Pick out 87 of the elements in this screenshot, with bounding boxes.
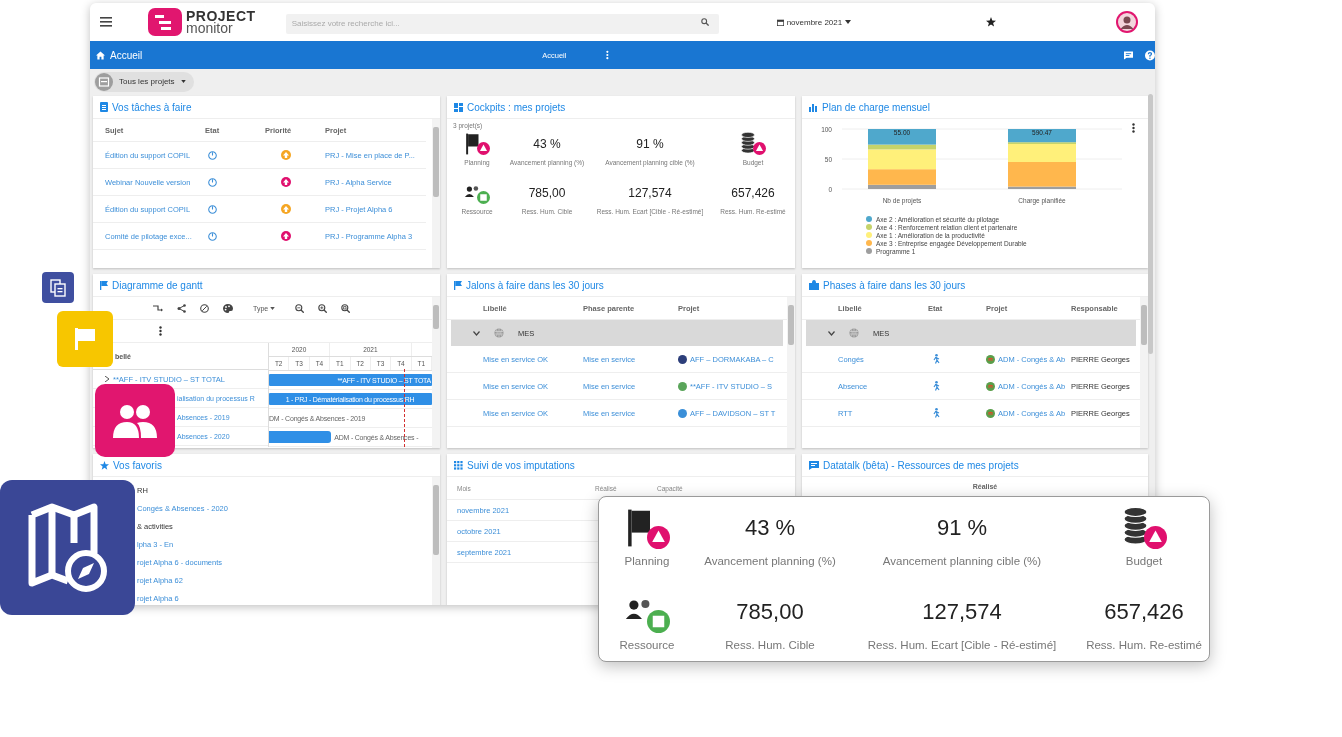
grid-icon bbox=[454, 460, 463, 470]
scrollbar[interactable] bbox=[787, 297, 795, 448]
chat-icon[interactable] bbox=[1124, 50, 1134, 60]
scrollbar[interactable] bbox=[432, 477, 440, 605]
clipboard-icon bbox=[100, 102, 108, 112]
caret-icon[interactable] bbox=[473, 330, 480, 336]
walking-person-icon bbox=[932, 354, 941, 364]
globe-icon bbox=[849, 328, 859, 338]
project-avatar-icon bbox=[986, 408, 995, 418]
metric-value: 127,574 bbox=[922, 599, 1002, 625]
scrollbar[interactable] bbox=[432, 119, 440, 268]
compass-icon[interactable] bbox=[200, 303, 209, 313]
chat-icon bbox=[809, 460, 819, 470]
metric-value: 43 % bbox=[744, 515, 796, 541]
metric-value: 657,426 bbox=[731, 186, 775, 200]
project-filter[interactable]: Tous les projets bbox=[94, 71, 194, 92]
metric-value: 91 % bbox=[936, 515, 988, 541]
metric-label: Budget bbox=[1125, 555, 1163, 569]
metric-value: 91 % bbox=[636, 137, 664, 151]
panel-title: Cockpits : mes projets bbox=[467, 101, 566, 113]
menu-icon[interactable] bbox=[100, 17, 112, 27]
flag-icon bbox=[464, 131, 480, 157]
zoom-out-icon[interactable] bbox=[295, 303, 305, 313]
star-icon[interactable] bbox=[986, 17, 997, 27]
logo-text: PROJECT bbox=[186, 10, 256, 22]
more-icon[interactable] bbox=[1132, 123, 1135, 133]
search-field[interactable]: Saisissez votre recherche ici... bbox=[285, 13, 719, 34]
dashboard-icon bbox=[454, 102, 463, 112]
scrollbar[interactable] bbox=[1148, 94, 1153, 354]
clock-icon bbox=[208, 177, 217, 187]
caret-icon[interactable] bbox=[828, 330, 835, 336]
walking-person-icon bbox=[932, 408, 941, 418]
metric-value: 43 % bbox=[533, 137, 561, 151]
metric-value: 785,00 bbox=[736, 599, 804, 625]
clock-icon bbox=[208, 150, 217, 160]
documents-icon bbox=[42, 272, 74, 303]
calendar-icon bbox=[776, 18, 784, 26]
metric-label: Ressource bbox=[619, 639, 675, 653]
caret-icon bbox=[180, 80, 186, 83]
logo-text: monitor bbox=[186, 22, 233, 34]
puzzle-icon bbox=[809, 280, 819, 290]
flag-icon bbox=[454, 280, 462, 290]
panel-title: Plan de charge mensuel bbox=[822, 101, 930, 113]
clock-icon bbox=[208, 204, 217, 214]
caret-icon bbox=[270, 306, 276, 310]
panel-title: Vos favoris bbox=[113, 459, 162, 471]
project-avatar-icon bbox=[986, 354, 995, 364]
project-avatar-icon bbox=[986, 381, 995, 391]
flag-icon bbox=[100, 280, 108, 290]
metric-label: Ress. Hum. Ecart [Cible - Ré-estimé] bbox=[867, 639, 1057, 653]
metric-value: 657,426 bbox=[1104, 599, 1184, 625]
panel-title: Phases à faire dans les 30 jours bbox=[823, 279, 966, 291]
globe-icon bbox=[494, 328, 504, 338]
zoom-in-icon[interactable] bbox=[318, 303, 328, 313]
share-icon[interactable] bbox=[177, 303, 186, 313]
walking-person-icon bbox=[932, 381, 941, 391]
period-selector[interactable]: novembre 2021 bbox=[776, 17, 852, 27]
metric-value: 785,00 bbox=[528, 186, 566, 200]
panel-title: Diagramme de gantt bbox=[112, 279, 203, 291]
palette-icon[interactable] bbox=[223, 303, 233, 313]
metric-label: Avancement planning cible (%) bbox=[882, 555, 1042, 569]
logo-mark bbox=[148, 8, 182, 36]
star-icon bbox=[100, 460, 109, 470]
avatar[interactable] bbox=[1116, 11, 1139, 33]
help-icon[interactable] bbox=[1145, 49, 1155, 61]
caret-icon bbox=[845, 20, 852, 24]
metric-value: 127,574 bbox=[628, 186, 672, 200]
scrollbar[interactable] bbox=[1140, 297, 1148, 448]
panel-title: Vos tâches à faire bbox=[112, 101, 192, 113]
link-arrow-icon[interactable] bbox=[153, 304, 163, 312]
home-icon[interactable] bbox=[96, 50, 105, 60]
panel-title: Jalons à faire dans les 30 jours bbox=[466, 279, 604, 291]
clock-icon bbox=[208, 231, 217, 241]
bar-chart-icon bbox=[809, 102, 818, 112]
more-icon[interactable] bbox=[159, 326, 162, 336]
search-icon[interactable] bbox=[700, 18, 709, 26]
metric-label: Avancement planning (%) bbox=[704, 555, 836, 569]
metric-label: Ress. Hum. Re-estimé bbox=[1086, 639, 1202, 653]
metric-label: Planning bbox=[624, 555, 670, 569]
scrollbar[interactable] bbox=[432, 297, 440, 448]
panel-title: Datatalk (bêta) - Ressources de mes projets bbox=[823, 459, 1019, 471]
folder-icon bbox=[95, 72, 113, 91]
panel-title: Suivi de vos imputations bbox=[467, 459, 575, 471]
page-title: Accueil bbox=[110, 49, 143, 61]
zoom-fit-icon[interactable] bbox=[341, 303, 351, 313]
expand-icon[interactable] bbox=[105, 376, 109, 382]
metric-label: Ress. Hum. Cible bbox=[725, 639, 815, 653]
